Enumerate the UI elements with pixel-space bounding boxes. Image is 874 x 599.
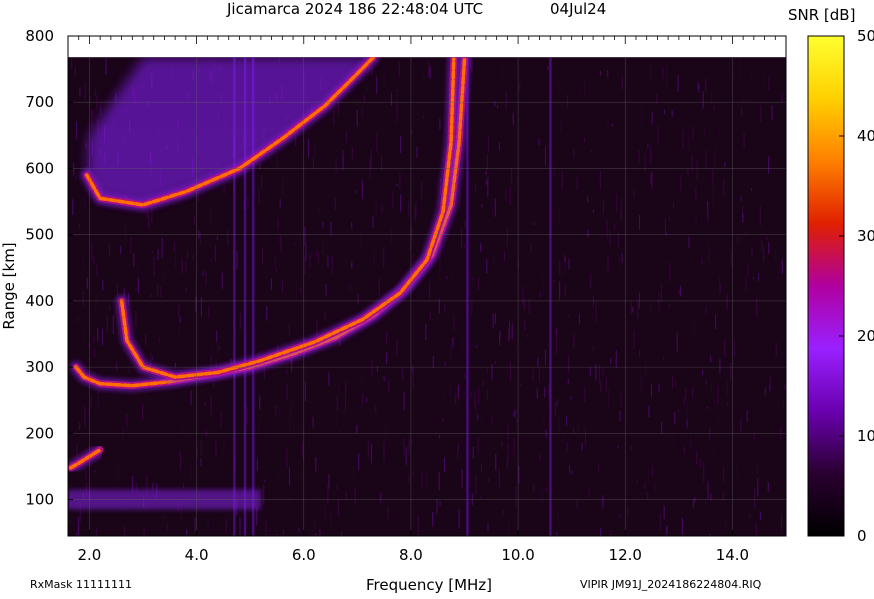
data-filename: VIPIR JM91J_2024186224804.RIQ <box>580 578 762 591</box>
x-tick-label-0: 2.0 <box>78 546 102 564</box>
y-axis-label: Range [km] <box>0 242 18 329</box>
x-tick-label-6: 14.0 <box>716 546 749 564</box>
colorbar-tick-label-1: 10 <box>857 427 874 445</box>
x-tick-label-4: 10.0 <box>501 546 534 564</box>
colorbar-label: SNR [dB] <box>788 6 855 24</box>
y-tick-label-1: 200 <box>25 424 54 442</box>
y-tick-label-6: 700 <box>25 93 54 111</box>
chart-title: Jicamarca 2024 186 22:48:04 UTC <box>226 0 483 18</box>
colorbar <box>807 35 845 537</box>
ionogram-chart: Jicamarca 2024 186 22:48:04 UTC 04Jul24 … <box>0 0 874 594</box>
colorbar-tick-label-5: 50 <box>857 27 874 45</box>
y-tick-label-0: 100 <box>25 491 54 509</box>
x-tick-label-1: 4.0 <box>185 546 209 564</box>
colorbar-tick-label-2: 20 <box>857 327 874 345</box>
rxmask-label: RxMask 11111111 <box>30 578 132 591</box>
y-axis: 100 200 300 400 500 600 700 800 <box>25 27 73 509</box>
x-axis-label: Frequency [MHz] <box>366 576 492 594</box>
y-tick-label-5: 600 <box>25 159 54 177</box>
no-data-region <box>68 36 786 58</box>
y-tick-label-2: 300 <box>25 358 54 376</box>
y-tick-label-3: 400 <box>25 292 54 310</box>
x-tick-label-2: 6.0 <box>292 546 316 564</box>
colorbar-tick-label-4: 40 <box>857 127 874 145</box>
interference-line-3 <box>466 57 469 537</box>
chart-date: 04Jul24 <box>550 0 606 18</box>
x-tick-label-5: 12.0 <box>609 546 642 564</box>
x-tick-label-3: 8.0 <box>399 546 423 564</box>
y-tick-label-4: 500 <box>25 226 54 244</box>
y-tick-label-7: 800 <box>25 27 54 45</box>
colorbar-tick-label-3: 30 <box>857 227 874 245</box>
colorbar-tick-label-0: 0 <box>857 527 867 545</box>
interference-line-4 <box>549 57 552 537</box>
